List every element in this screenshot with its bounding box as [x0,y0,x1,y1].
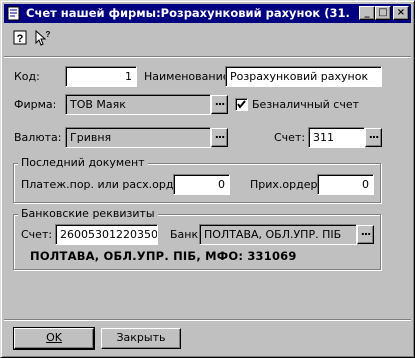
receipt-order-label: Прих.ордер: [250,178,322,191]
ok-button-label: OK [46,331,62,344]
document-icon [7,6,20,21]
whats-this-icon: ? [35,29,51,46]
bank-details-title: Банковские реквизиты [18,207,158,221]
cashless-checkbox[interactable] [235,98,248,111]
checkmark-icon [237,100,246,109]
close-button[interactable]: × [393,6,409,20]
currency-field[interactable]: Гривня [65,127,211,148]
svg-text:?: ? [17,33,24,45]
receipt-order-field[interactable]: 0 [317,174,374,195]
firm-select-button[interactable]: ... [211,95,228,114]
name-field[interactable]: Розрахунковий рахунок [225,66,382,87]
currency-select-button[interactable]: ... [211,128,228,147]
bank-field[interactable]: ПОЛТАВА, ОБЛ.УПР. ПІБ [199,224,357,245]
bank-details-text: ПОЛТАВА, ОБЛ.УПР. ПІБ, МФО: 331069 [30,249,297,263]
cashless-label: Безналичный счет [252,98,360,111]
buttons-separator [4,319,411,321]
bank-select-button[interactable]: ... [357,225,374,244]
maximize-icon: □ [378,7,388,18]
toolbar: ? ? [7,28,67,50]
kod-label: Код: [14,70,40,83]
maximize-button[interactable]: □ [375,6,391,20]
toolbar-separator [4,56,411,58]
kod-field[interactable]: 1 [65,66,137,87]
bank-account-field[interactable]: 26005301220350 [55,224,158,245]
bank-label: Банк: [170,228,202,241]
firm-field[interactable]: ТОВ Маяк [65,94,211,115]
payment-order-field[interactable]: 0 [173,174,230,195]
dialog-window: Счет нашей фирмы:Розрахунковий рахунок (… [0,0,415,358]
close-button-label: Закрыть [116,331,166,344]
svg-text:?: ? [46,30,51,39]
bank-account-label: Счет: [21,228,53,241]
minimize-icon: _ [364,7,370,18]
account-select-button[interactable]: ... [365,128,382,147]
close-dialog-button[interactable]: Закрыть [101,328,181,349]
minimize-button[interactable]: _ [359,6,375,20]
whats-this-button[interactable]: ? [33,28,53,48]
name-label: Наименование: [144,70,234,83]
ok-button[interactable]: OK [13,327,95,350]
firm-label: Фирма: [14,98,57,111]
payment-order-label: Платеж.пор. или расх.ордер: [21,178,191,191]
account-label: Счет: [274,131,306,144]
window-title: Счет нашей фирмы:Розрахунковий рахунок (… [26,6,351,20]
close-icon: × [396,7,406,18]
help-icon: ? [13,30,27,45]
currency-label: Валюта: [14,131,62,144]
last-document-title: Последний документ [18,156,148,170]
title-bar[interactable]: Счет нашей фирмы:Розрахунковий рахунок (… [4,4,411,23]
help-button[interactable]: ? [11,28,31,48]
account-field[interactable]: 311 [308,127,365,148]
